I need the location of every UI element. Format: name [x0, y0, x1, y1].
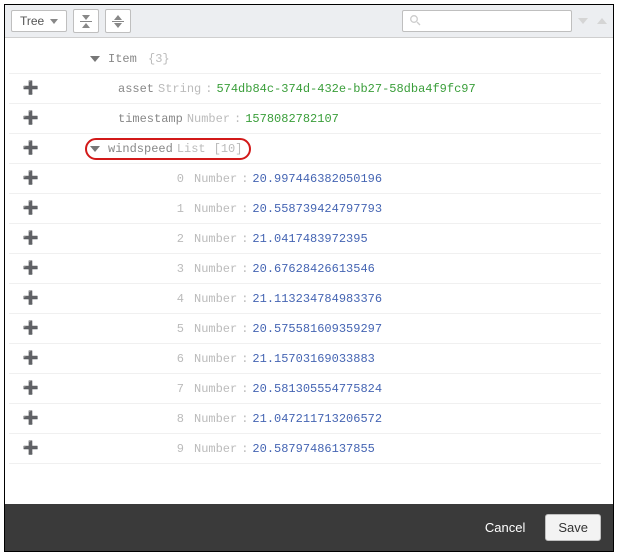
view-mode-dropdown[interactable]: Tree — [11, 10, 67, 32]
add-sibling-icon[interactable]: ➕ — [23, 441, 39, 457]
list-item: ➕8Number:21.047211713206572 — [9, 404, 601, 434]
list-item: ➕5Number:20.575581609359297 — [9, 314, 601, 344]
collapse-all-button[interactable] — [73, 9, 99, 33]
list-item: ➕4Number:21.113234784983376 — [9, 284, 601, 314]
prev-match-icon[interactable] — [597, 18, 607, 24]
add-sibling-icon[interactable]: ➕ — [23, 351, 39, 367]
add-sibling-icon[interactable]: ➕ — [23, 381, 39, 397]
type-label: Number — [194, 352, 237, 366]
add-sibling-icon[interactable]: ➕ — [23, 261, 39, 277]
expand-all-button[interactable] — [105, 9, 131, 33]
type-label: Number — [194, 202, 237, 216]
list-item: ➕0Number:20.997446382050196 — [9, 164, 601, 194]
type-label: Number — [194, 382, 237, 396]
type-label: List — [177, 142, 206, 156]
index-label: 5 — [168, 322, 184, 336]
value-label[interactable]: 21.15703169033883 — [252, 352, 374, 366]
index-label: 2 — [168, 232, 184, 246]
search-icon — [409, 14, 421, 29]
add-sibling-icon[interactable]: ➕ — [23, 321, 39, 337]
value-label[interactable]: 574db84c-374d-432e-bb27-58dba4f9fc97 — [216, 82, 475, 96]
value-label[interactable]: 21.113234784983376 — [252, 292, 382, 306]
index-label: 4 — [168, 292, 184, 306]
add-sibling-icon[interactable]: ➕ — [23, 81, 39, 97]
value-label[interactable]: 20.67628426613546 — [252, 262, 374, 276]
value-label[interactable]: 20.997446382050196 — [252, 172, 382, 186]
index-label: 0 — [168, 172, 184, 186]
value-label[interactable]: 1578082782107 — [245, 112, 339, 126]
list-count: [10] — [214, 142, 243, 156]
list-item: ➕9Number:20.58797486137855 — [9, 434, 601, 464]
root-label: Item — [108, 52, 137, 66]
add-sibling-icon[interactable]: ➕ — [23, 111, 39, 127]
tree-row-timestamp: ➕ timestamp Number : 1578082782107 — [9, 104, 601, 134]
key-label: timestamp — [118, 112, 183, 126]
value-label[interactable]: 20.58797486137855 — [252, 442, 374, 456]
add-sibling-icon[interactable]: ➕ — [23, 291, 39, 307]
add-sibling-icon[interactable]: ➕ — [23, 171, 39, 187]
index-label: 7 — [168, 382, 184, 396]
key-label: windspeed — [108, 142, 173, 156]
save-button[interactable]: Save — [545, 514, 601, 541]
tree-row-windspeed: ➕ windspeed List [10] — [9, 134, 601, 164]
search-input[interactable] — [425, 13, 584, 29]
add-sibling-icon[interactable]: ➕ — [23, 231, 39, 247]
tree-row-asset: ➕ asset String : 574db84c-374d-432e-bb27… — [9, 74, 601, 104]
tree-body: Item {3} ➕ asset String : 574db84c-374d-… — [5, 38, 613, 504]
type-label: Number — [194, 322, 237, 336]
editor-frame: Tree Item {3} — [4, 4, 614, 552]
index-label: 6 — [168, 352, 184, 366]
type-label: Number — [194, 292, 237, 306]
list-item: ➕7Number:20.581305554775824 — [9, 374, 601, 404]
footer: Cancel Save — [5, 504, 613, 551]
index-label: 8 — [168, 412, 184, 426]
next-match-icon[interactable] — [578, 18, 588, 24]
key-label: asset — [118, 82, 154, 96]
add-sibling-icon[interactable]: ➕ — [23, 411, 39, 427]
type-label: Number — [194, 172, 237, 186]
value-label[interactable]: 20.581305554775824 — [252, 382, 382, 396]
list-item: ➕1Number:20.558739424797793 — [9, 194, 601, 224]
list-item: ➕2Number:21.0417483972395 — [9, 224, 601, 254]
chevron-down-icon — [50, 19, 58, 24]
type-label: Number — [194, 232, 237, 246]
type-label: String — [158, 82, 201, 96]
collapse-all-icon — [80, 15, 92, 28]
root-count: {3} — [148, 52, 170, 66]
add-sibling-icon[interactable]: ➕ — [23, 141, 39, 157]
toggle-arrow[interactable] — [90, 56, 100, 62]
search-box[interactable] — [402, 10, 572, 32]
value-label[interactable]: 21.0417483972395 — [252, 232, 367, 246]
index-label: 3 — [168, 262, 184, 276]
type-label: Number — [194, 442, 237, 456]
list-item: ➕6Number:21.15703169033883 — [9, 344, 601, 374]
value-label[interactable]: 21.047211713206572 — [252, 412, 382, 426]
toolbar: Tree — [5, 5, 613, 38]
view-mode-label: Tree — [20, 14, 44, 28]
toggle-arrow[interactable] — [90, 146, 100, 152]
type-label: Number — [194, 262, 237, 276]
value-label[interactable]: 20.575581609359297 — [252, 322, 382, 336]
add-sibling-icon[interactable]: ➕ — [23, 201, 39, 217]
value-label[interactable]: 20.558739424797793 — [252, 202, 382, 216]
expand-all-icon — [112, 15, 124, 28]
index-label: 9 — [168, 442, 184, 456]
list-item: ➕3Number:20.67628426613546 — [9, 254, 601, 284]
type-label: Number — [187, 112, 230, 126]
tree-root-row: Item {3} — [9, 44, 601, 74]
index-label: 1 — [168, 202, 184, 216]
cancel-button[interactable]: Cancel — [479, 519, 531, 536]
type-label: Number — [194, 412, 237, 426]
